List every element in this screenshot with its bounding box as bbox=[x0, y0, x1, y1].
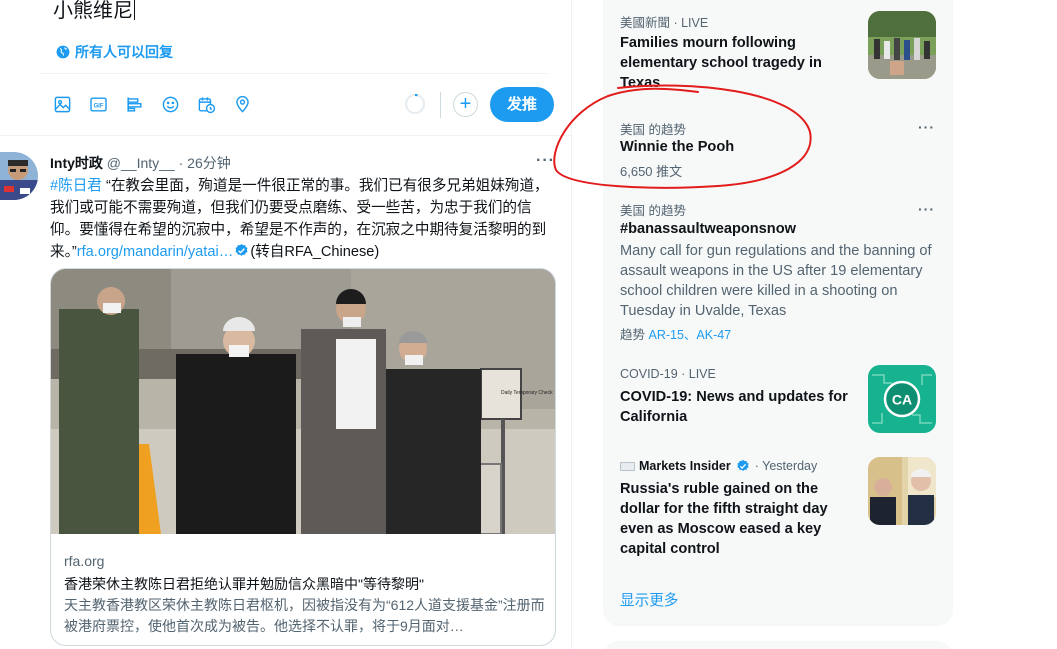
trend-thumbnail bbox=[868, 11, 936, 79]
trend-meta: 美国 的趋势 bbox=[620, 204, 686, 218]
tweet-time[interactable]: 26分钟 bbox=[187, 155, 231, 171]
plus-icon: + bbox=[459, 93, 472, 115]
reply-setting-label: 所有人可以回复 bbox=[75, 44, 173, 60]
composer-input[interactable]: 小熊维尼 bbox=[53, 0, 135, 22]
trend-more-icon[interactable]: ··· bbox=[918, 119, 935, 135]
sign-text: Daily Temporary Check bbox=[501, 390, 553, 396]
trend-title: #banassaultweaponsnow bbox=[620, 221, 796, 237]
image-icon[interactable] bbox=[50, 92, 74, 116]
news-photo: Daily Temporary Check bbox=[51, 269, 555, 534]
tweet-header: Inty时政 @__Inty__ · 26分钟 bbox=[50, 153, 231, 173]
trend-thumbnail bbox=[868, 457, 936, 525]
covid-ca-thumbnail: CA bbox=[868, 365, 936, 433]
show-more-link[interactable]: 显示更多 bbox=[620, 589, 678, 610]
timeline-column: 小熊维尼 所有人可以回复 GIF + 发推 Inty时政 @__Inty__ ·… bbox=[0, 0, 572, 649]
author-handle[interactable]: @__Inty__ bbox=[107, 155, 175, 171]
trend-title: Russia's ruble gained on the dollar for … bbox=[620, 481, 828, 557]
markets-insider-logo-icon bbox=[620, 461, 635, 471]
trend-title: COVID-19: News and updates for Californi… bbox=[620, 389, 848, 425]
trend-meta: 美國新聞 · LIVE bbox=[620, 16, 709, 30]
gif-icon[interactable]: GIF bbox=[86, 92, 110, 116]
via-text: (转自RFA_Chinese) bbox=[250, 244, 380, 260]
author-name[interactable]: Inty时政 bbox=[50, 155, 103, 171]
emoji-icon[interactable] bbox=[158, 92, 182, 116]
trend-related: 趋势 AR-15、AK-47 bbox=[620, 324, 731, 343]
toolbar-separator bbox=[440, 92, 441, 118]
trend-more-icon[interactable]: ··· bbox=[918, 201, 935, 217]
related-trends-link[interactable]: AR-15、AK-47 bbox=[649, 328, 732, 342]
related-prefix: 趋势 bbox=[620, 328, 646, 342]
trend-meta: COVID-19 · LIVE bbox=[620, 367, 716, 381]
hashtag-link[interactable]: #陈日君 bbox=[50, 178, 102, 194]
composer-divider bbox=[40, 73, 548, 74]
tweet-text: #陈日君 “在教会里面，殉道是一件很正常的事。我们已有很多兄弟姐妹殉道，我们或可… bbox=[50, 175, 550, 263]
composer-toolbar: GIF bbox=[50, 92, 254, 116]
trend-description: Many call for gun regulations and the ba… bbox=[620, 243, 932, 319]
source-time: · Yesterday bbox=[754, 459, 818, 473]
trend-meta: 美国 的趋势 bbox=[620, 123, 686, 137]
verified-badge-icon bbox=[235, 243, 248, 256]
trend-source: Markets Insider · Yesterday bbox=[620, 459, 817, 473]
trend-title: Winnie the Pooh bbox=[620, 139, 735, 155]
schedule-icon[interactable] bbox=[194, 92, 218, 116]
source-name: Markets Insider bbox=[639, 459, 731, 473]
composer-text: 小熊维尼 bbox=[53, 0, 133, 22]
text-caret bbox=[134, 0, 135, 20]
trends-panel: 美國新聞 · LIVE Families mourn following ele… bbox=[603, 0, 953, 626]
globe-icon bbox=[56, 45, 70, 59]
svg-text:GIF: GIF bbox=[93, 103, 103, 109]
link-preview-card[interactable]: Daily Temporary Check rfa.org 香港荣休主教陈日君拒… bbox=[50, 268, 556, 646]
feed-divider bbox=[0, 135, 572, 136]
tweet-more-icon[interactable]: ··· bbox=[536, 152, 555, 170]
verified-badge-icon bbox=[737, 459, 749, 471]
separator-dot: · bbox=[178, 155, 184, 171]
trend-title: Families mourn following elementary scho… bbox=[620, 35, 822, 91]
article-link[interactable]: rfa.org/mandarin/yatai… bbox=[77, 244, 234, 260]
add-tweet-button[interactable]: + bbox=[453, 92, 478, 117]
poll-icon[interactable] bbox=[122, 92, 146, 116]
next-panel bbox=[603, 641, 953, 649]
trend-tweet-count: 6,650 推文 bbox=[620, 164, 683, 179]
card-title: 香港荣休主教陈日君拒绝认罪并勉励信众黑暗中"等待黎明" bbox=[64, 576, 424, 592]
reply-setting-button[interactable]: 所有人可以回复 bbox=[56, 42, 173, 62]
tweet-button[interactable]: 发推 bbox=[490, 87, 554, 122]
covid-ca-label: CA bbox=[892, 392, 912, 408]
location-icon[interactable] bbox=[230, 92, 254, 116]
card-domain: rfa.org bbox=[64, 553, 105, 569]
card-description: 天主教香港教区荣休主教陈日君枢机，因被指没有为“612人道支援基金”注册而被港府… bbox=[64, 597, 545, 634]
character-count-ring bbox=[405, 93, 425, 114]
avatar[interactable] bbox=[0, 152, 38, 200]
